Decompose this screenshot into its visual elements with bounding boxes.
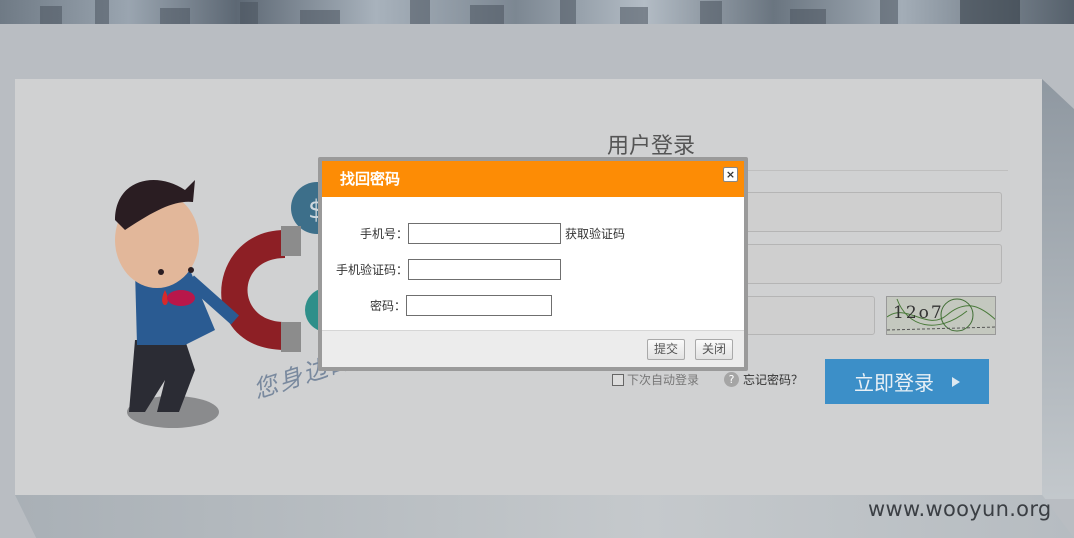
new-password-input[interactable] [406,295,552,316]
dialog-form: 手机号： 获取验证码 手机验证码： 密码： [322,197,744,330]
retrieve-password-dialog: 找回密码 × 手机号： 获取验证码 手机验证码： 密码： 提交 关闭 [318,157,748,371]
captcha-text: 12o7 [893,303,944,323]
close-button[interactable]: 关闭 [695,339,734,360]
login-button[interactable]: 立即登录 [825,359,989,404]
phone-input[interactable] [408,223,561,244]
close-icon[interactable]: × [723,167,738,182]
login-button-label: 立即登录 [854,371,934,395]
captcha-image[interactable]: 12o7 [886,296,996,335]
new-password-label: 密码： [369,299,406,313]
login-title: 用户登录 [607,134,696,159]
phone-label: 手机号： [359,227,408,241]
dialog-footer: 提交 关闭 [322,330,744,367]
sms-code-row: 手机验证码： [322,259,561,280]
panel-bevel-right [1042,79,1074,499]
sms-code-label: 手机验证码： [335,263,408,277]
submit-button[interactable]: 提交 [647,339,686,360]
skyline-banner [0,0,1074,24]
dialog-title: 找回密码 [340,170,401,188]
sms-code-input[interactable] [408,259,561,280]
play-arrow-icon [952,376,960,387]
forgot-password-link[interactable]: ? 忘记密码？ [724,371,803,388]
dialog-header: 找回密码 × [322,161,744,197]
question-icon: ? [724,372,739,387]
dialog-body-container: 找回密码 × 手机号： 获取验证码 手机验证码： 密码： 提交 关闭 [322,161,744,367]
new-password-row: 密码： [322,295,552,316]
remember-me[interactable]: 下次自动登录 [612,371,699,388]
watermark: www.wooyun.org [868,497,1052,521]
get-code-link[interactable]: 获取验证码 [565,225,625,242]
phone-row: 手机号： 获取验证码 [322,223,625,244]
remember-checkbox[interactable] [612,373,624,386]
remember-label: 下次自动登录 [627,373,700,387]
forgot-password-label: 忘记密码？ [743,373,804,387]
